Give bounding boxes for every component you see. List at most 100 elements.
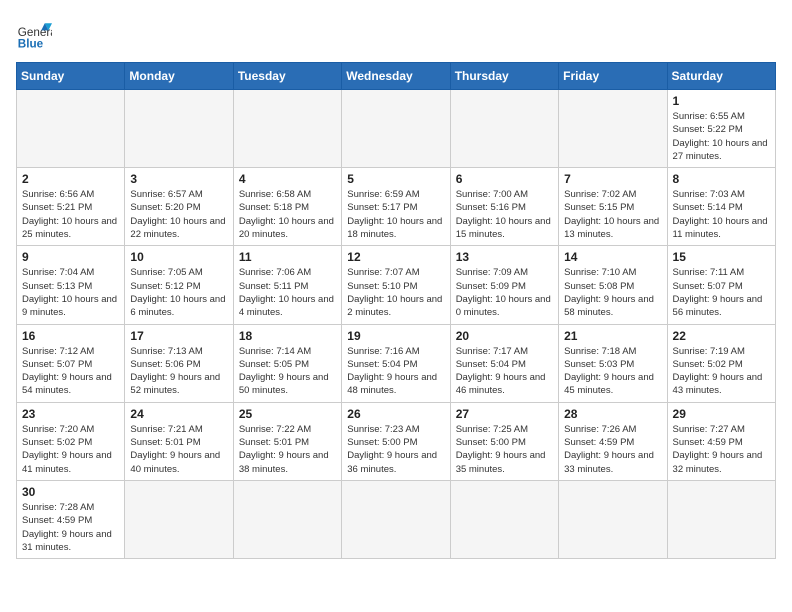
day-info: Sunrise: 7:06 AM Sunset: 5:11 PM Dayligh…: [239, 266, 336, 319]
day-info: Sunrise: 7:16 AM Sunset: 5:04 PM Dayligh…: [347, 345, 444, 398]
day-cell: 17 Sunrise: 7:13 AM Sunset: 5:06 PM Dayli…: [125, 324, 233, 402]
day-info: Sunrise: 7:22 AM Sunset: 5:01 PM Dayligh…: [239, 423, 336, 476]
weekday-header-friday: Friday: [559, 63, 667, 90]
weekday-header-saturday: Saturday: [667, 63, 775, 90]
day-number: 4: [239, 172, 336, 186]
day-cell: [342, 90, 450, 168]
day-number: 18: [239, 329, 336, 343]
day-number: 19: [347, 329, 444, 343]
day-info: Sunrise: 7:19 AM Sunset: 5:02 PM Dayligh…: [673, 345, 770, 398]
day-number: 27: [456, 407, 553, 421]
day-info: Sunrise: 6:56 AM Sunset: 5:21 PM Dayligh…: [22, 188, 119, 241]
logo: General Blue: [16, 16, 52, 52]
day-cell: 30 Sunrise: 7:28 AM Sunset: 4:59 PM Dayli…: [17, 480, 125, 558]
day-number: 9: [22, 250, 119, 264]
day-cell: [559, 480, 667, 558]
day-cell: 21Sunrise: 7:18 AM Sunset: 5:03 PM Dayli…: [559, 324, 667, 402]
day-info: Sunrise: 6:55 AM Sunset: 5:22 PM Dayligh…: [673, 110, 770, 163]
day-cell: 3 Sunrise: 6:57 AM Sunset: 5:20 PM Daylig…: [125, 168, 233, 246]
day-info: Sunrise: 7:12 AM Sunset: 5:07 PM Dayligh…: [22, 345, 119, 398]
day-number: 29: [673, 407, 770, 421]
day-number: 10: [130, 250, 227, 264]
day-cell: [125, 90, 233, 168]
day-number: 3: [130, 172, 227, 186]
day-cell: 5Sunrise: 6:59 AM Sunset: 5:17 PM Daylig…: [342, 168, 450, 246]
day-info: Sunrise: 7:27 AM Sunset: 4:59 PM Dayligh…: [673, 423, 770, 476]
day-info: Sunrise: 7:11 AM Sunset: 5:07 PM Dayligh…: [673, 266, 770, 319]
day-number: 25: [239, 407, 336, 421]
day-info: Sunrise: 6:57 AM Sunset: 5:20 PM Dayligh…: [130, 188, 227, 241]
day-cell: 12 Sunrise: 7:07 AM Sunset: 5:10 PM Dayli…: [342, 246, 450, 324]
day-info: Sunrise: 7:05 AM Sunset: 5:12 PM Dayligh…: [130, 266, 227, 319]
day-number: 5: [347, 172, 444, 186]
day-info: Sunrise: 7:00 AM Sunset: 5:16 PM Dayligh…: [456, 188, 553, 241]
day-info: Sunrise: 7:13 AM Sunset: 5:06 PM Dayligh…: [130, 345, 227, 398]
day-info: Sunrise: 7:23 AM Sunset: 5:00 PM Dayligh…: [347, 423, 444, 476]
day-cell: 14 Sunrise: 7:10 AM Sunset: 5:08 PM Dayli…: [559, 246, 667, 324]
day-cell: [342, 480, 450, 558]
day-info: Sunrise: 7:03 AM Sunset: 5:14 PM Dayligh…: [673, 188, 770, 241]
week-row-6: 30 Sunrise: 7:28 AM Sunset: 4:59 PM Dayli…: [17, 480, 776, 558]
day-cell: [233, 480, 341, 558]
day-number: 21: [564, 329, 661, 343]
weekday-header-monday: Monday: [125, 63, 233, 90]
day-cell: 9 Sunrise: 7:04 AM Sunset: 5:13 PM Daylig…: [17, 246, 125, 324]
day-cell: 23Sunrise: 7:20 AM Sunset: 5:02 PM Dayli…: [17, 402, 125, 480]
week-row-1: 1Sunrise: 6:55 AM Sunset: 5:22 PM Daylig…: [17, 90, 776, 168]
day-cell: 26 Sunrise: 7:23 AM Sunset: 5:00 PM Dayli…: [342, 402, 450, 480]
week-row-3: 9 Sunrise: 7:04 AM Sunset: 5:13 PM Daylig…: [17, 246, 776, 324]
svg-text:Blue: Blue: [18, 38, 44, 51]
day-number: 2: [22, 172, 119, 186]
day-cell: 28Sunrise: 7:26 AM Sunset: 4:59 PM Dayli…: [559, 402, 667, 480]
day-cell: 19 Sunrise: 7:16 AM Sunset: 5:04 PM Dayli…: [342, 324, 450, 402]
day-number: 20: [456, 329, 553, 343]
day-number: 23: [22, 407, 119, 421]
day-info: Sunrise: 7:14 AM Sunset: 5:05 PM Dayligh…: [239, 345, 336, 398]
day-info: Sunrise: 7:10 AM Sunset: 5:08 PM Dayligh…: [564, 266, 661, 319]
day-info: Sunrise: 7:09 AM Sunset: 5:09 PM Dayligh…: [456, 266, 553, 319]
day-cell: [450, 90, 558, 168]
day-cell: 2 Sunrise: 6:56 AM Sunset: 5:21 PM Daylig…: [17, 168, 125, 246]
day-info: Sunrise: 7:04 AM Sunset: 5:13 PM Dayligh…: [22, 266, 119, 319]
day-number: 17: [130, 329, 227, 343]
day-cell: 15 Sunrise: 7:11 AM Sunset: 5:07 PM Dayli…: [667, 246, 775, 324]
page-header: General Blue: [16, 16, 776, 52]
day-cell: 29 Sunrise: 7:27 AM Sunset: 4:59 PM Dayli…: [667, 402, 775, 480]
calendar-table: SundayMondayTuesdayWednesdayThursdayFrid…: [16, 62, 776, 559]
day-number: 8: [673, 172, 770, 186]
day-number: 24: [130, 407, 227, 421]
day-cell: 22 Sunrise: 7:19 AM Sunset: 5:02 PM Dayli…: [667, 324, 775, 402]
day-number: 12: [347, 250, 444, 264]
day-number: 22: [673, 329, 770, 343]
day-number: 26: [347, 407, 444, 421]
day-number: 30: [22, 485, 119, 499]
day-cell: 1Sunrise: 6:55 AM Sunset: 5:22 PM Daylig…: [667, 90, 775, 168]
day-number: 15: [673, 250, 770, 264]
logo-icon: General Blue: [16, 16, 52, 52]
day-info: Sunrise: 7:25 AM Sunset: 5:00 PM Dayligh…: [456, 423, 553, 476]
day-cell: 11 Sunrise: 7:06 AM Sunset: 5:11 PM Dayli…: [233, 246, 341, 324]
day-cell: 18 Sunrise: 7:14 AM Sunset: 5:05 PM Dayli…: [233, 324, 341, 402]
day-cell: 27 Sunrise: 7:25 AM Sunset: 5:00 PM Dayli…: [450, 402, 558, 480]
day-cell: 10 Sunrise: 7:05 AM Sunset: 5:12 PM Dayli…: [125, 246, 233, 324]
day-number: 11: [239, 250, 336, 264]
day-cell: 13Sunrise: 7:09 AM Sunset: 5:09 PM Dayli…: [450, 246, 558, 324]
day-cell: 6 Sunrise: 7:00 AM Sunset: 5:16 PM Daylig…: [450, 168, 558, 246]
day-info: Sunrise: 7:07 AM Sunset: 5:10 PM Dayligh…: [347, 266, 444, 319]
day-cell: [667, 480, 775, 558]
day-info: Sunrise: 7:28 AM Sunset: 4:59 PM Dayligh…: [22, 501, 119, 554]
day-number: 14: [564, 250, 661, 264]
day-cell: [233, 90, 341, 168]
day-number: 7: [564, 172, 661, 186]
day-cell: 4Sunrise: 6:58 AM Sunset: 5:18 PM Daylig…: [233, 168, 341, 246]
weekday-header-tuesday: Tuesday: [233, 63, 341, 90]
day-cell: 8 Sunrise: 7:03 AM Sunset: 5:14 PM Daylig…: [667, 168, 775, 246]
week-row-4: 16Sunrise: 7:12 AM Sunset: 5:07 PM Dayli…: [17, 324, 776, 402]
week-row-2: 2 Sunrise: 6:56 AM Sunset: 5:21 PM Daylig…: [17, 168, 776, 246]
day-info: Sunrise: 7:02 AM Sunset: 5:15 PM Dayligh…: [564, 188, 661, 241]
week-row-5: 23Sunrise: 7:20 AM Sunset: 5:02 PM Dayli…: [17, 402, 776, 480]
day-number: 6: [456, 172, 553, 186]
weekday-header-row: SundayMondayTuesdayWednesdayThursdayFrid…: [17, 63, 776, 90]
day-cell: 25 Sunrise: 7:22 AM Sunset: 5:01 PM Dayli…: [233, 402, 341, 480]
day-cell: [17, 90, 125, 168]
